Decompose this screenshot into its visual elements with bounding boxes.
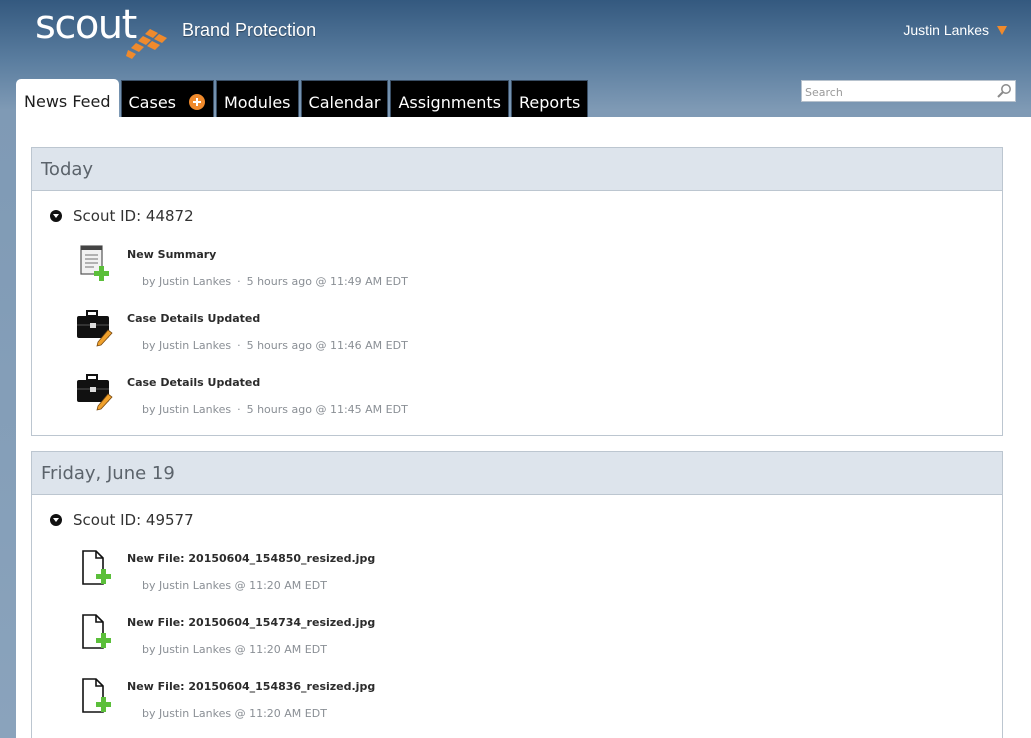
entry-meta: by Justin Lankes · 5 hours ago @ 11:46 AM … [142, 339, 408, 352]
search-icon[interactable] [996, 83, 1012, 99]
entry-meta: by Justin Lankes · 5 hours ago @ 11:49 AM … [142, 275, 408, 288]
entry-time: 5 hours ago @ 11:49 AM EDT [246, 275, 408, 288]
feed-entry: New File: 20150604_154734_resized.jpg by… [32, 614, 1002, 680]
entry-meta: by Justin Lankes @ 11:20 AM EDT [142, 643, 327, 656]
entry-meta: by Justin Lankes @ 11:20 AM EDT [142, 707, 327, 720]
file-add-icon [82, 614, 111, 649]
caret-down-icon [997, 26, 1007, 35]
feed-entry: New File: 20150604_154850_resized.jpg by… [32, 550, 1002, 616]
case-group-toggle[interactable]: Scout ID: 49577 [32, 510, 1002, 530]
tab-label: Reports [519, 92, 581, 112]
collapse-toggle-icon[interactable] [50, 514, 62, 526]
app-name: Brand Protection [182, 20, 317, 40]
collapse-toggle-icon[interactable] [50, 210, 62, 222]
case-id-label: Scout ID: 49577 [73, 511, 194, 529]
entry-time: 5 hours ago @ 11:46 AM EDT [246, 339, 408, 352]
briefcase-edit-icon [77, 374, 113, 411]
summary-add-icon [80, 245, 109, 281]
entry-title[interactable]: New Summary [127, 248, 216, 261]
scout-logo[interactable]: scout [35, 2, 137, 48]
file-add-icon [82, 550, 111, 585]
entry-author: by Justin Lankes [142, 339, 232, 352]
feed-entry: Case Details Updated by Justin Lankes · 5 … [32, 310, 1002, 376]
tab-label: Modules [224, 92, 291, 112]
day-header: Friday, June 19 [32, 452, 1002, 495]
search-input[interactable] [805, 82, 985, 103]
case-id-label: Scout ID: 44872 [73, 207, 194, 225]
case-group-toggle[interactable]: Scout ID: 44872 [32, 206, 1002, 226]
tab-label: Assignments [398, 92, 502, 112]
entry-author: by Justin Lankes [142, 275, 232, 288]
feed-entry: New Summary by Justin Lankes · 5 hours ago… [32, 245, 1002, 312]
entry-title[interactable]: New File: 20150604_154836_resized.jpg [127, 680, 375, 693]
entry-title[interactable]: Case Details Updated [127, 312, 260, 325]
feed-entry: New File: 20150604_154836_resized.jpg by… [32, 678, 1002, 738]
entry-meta: by Justin Lankes @ 11:20 AM EDT [142, 579, 327, 592]
tab-label: Calendar [308, 92, 381, 112]
add-case-icon[interactable] [189, 94, 205, 110]
feed-day-group: Today Scout ID: 44872 New Summary by Jus… [31, 147, 1003, 436]
entry-title[interactable]: New File: 20150604_154850_resized.jpg [127, 552, 375, 565]
news-feed-panel: Today Scout ID: 44872 New Summary by Jus… [16, 117, 1031, 738]
tab-label: News Feed [24, 91, 111, 111]
file-add-icon [82, 678, 111, 713]
briefcase-edit-icon [77, 310, 113, 347]
entry-title[interactable]: Case Details Updated [127, 376, 260, 389]
scout-logo-mark-icon [126, 29, 167, 59]
main-tabs: News Feed Cases Modules Calendar Assignm… [16, 73, 590, 123]
feed-entry: Case Details Updated by Justin Lankes · 5 … [32, 374, 1002, 440]
entry-author: by Justin Lankes [142, 403, 232, 416]
entry-time: 5 hours ago @ 11:45 AM EDT [246, 403, 408, 416]
day-header: Today [32, 148, 1002, 191]
user-menu[interactable]: Justin Lankes [903, 22, 1007, 38]
entry-title[interactable]: New File: 20150604_154734_resized.jpg [127, 616, 375, 629]
tab-label: Cases [128, 92, 177, 112]
search-box [801, 80, 1016, 103]
user-name: Justin Lankes [903, 22, 989, 38]
feed-day-group: Friday, June 19 Scout ID: 49577 New File… [31, 451, 1003, 738]
entry-meta: by Justin Lankes · 5 hours ago @ 11:45 AM … [142, 403, 408, 416]
